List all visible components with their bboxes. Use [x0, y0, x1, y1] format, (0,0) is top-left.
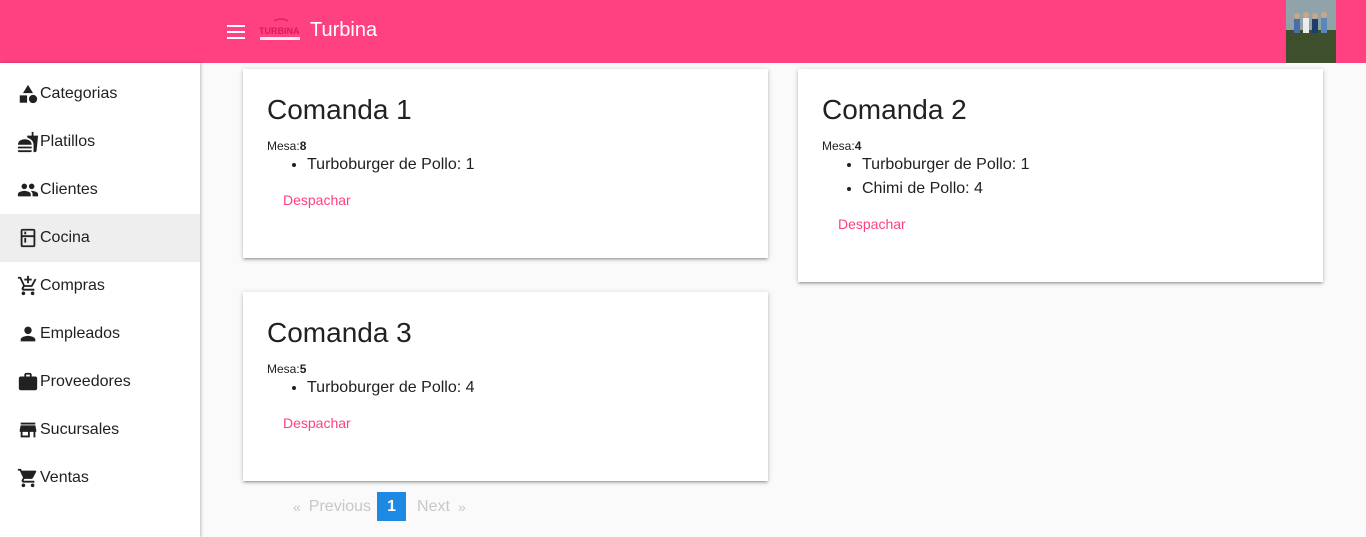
shopping-cart-icon — [17, 467, 39, 489]
sidebar-item-compras[interactable]: Compras — [0, 262, 200, 310]
app-logo: TURBINA — [258, 18, 304, 44]
order-table: Mesa:8 — [267, 139, 307, 153]
sidebar-item-label: Empleados — [40, 325, 121, 342]
order-title: Comanda 3 — [267, 317, 412, 348]
order-items: Turboburger de Pollo: 4 — [267, 376, 744, 400]
sidebar-item-label: Compras — [40, 277, 105, 294]
order-card: Comanda 3 Mesa:5 Turboburger de Pollo: 4… — [243, 292, 768, 481]
person-icon — [17, 323, 39, 345]
sidebar-item-clientes[interactable]: Clientes — [0, 166, 200, 214]
sidebar-item-sucursales[interactable]: Sucursales — [0, 406, 200, 454]
order-item: Turboburger de Pollo: 1 — [307, 153, 744, 177]
people-icon — [17, 179, 39, 201]
add-shopping-cart-icon — [17, 275, 39, 297]
sidebar-item-label: Clientes — [40, 181, 98, 198]
order-items: Turboburger de Pollo: 1 Chimi de Pollo: … — [822, 153, 1299, 201]
sidebar-item-label: Platillos — [40, 133, 96, 150]
category-shapes-icon — [17, 83, 39, 105]
sidebar-item-proveedores[interactable]: Proveedores — [0, 358, 200, 406]
order-item: Turboburger de Pollo: 1 — [862, 153, 1299, 177]
sidebar-item-label: Categorias — [40, 85, 118, 102]
kitchen-icon — [17, 227, 39, 249]
sidebar-item-cocina[interactable]: Cocina — [0, 214, 200, 262]
order-card: Comanda 2 Mesa:4 Turboburger de Pollo: 1… — [798, 69, 1323, 282]
sidebar-item-categorias[interactable]: Categorias — [0, 70, 200, 118]
sidebar-item-label: Ventas — [40, 469, 89, 486]
order-item: Turboburger de Pollo: 4 — [307, 376, 744, 400]
app-toolbar: TURBINA Turbina — [0, 0, 1366, 63]
dispatch-button[interactable]: Despachar — [283, 192, 351, 208]
sidebar-item-ventas[interactable]: Ventas — [0, 454, 200, 502]
order-table-number: 5 — [299, 362, 307, 376]
user-avatar[interactable] — [1286, 0, 1336, 63]
menu-icon[interactable] — [224, 20, 248, 44]
dispatch-button[interactable]: Despachar — [838, 216, 906, 232]
order-title: Comanda 1 — [267, 94, 412, 125]
order-table: Mesa:4 — [822, 139, 862, 153]
food-dishes-icon — [17, 131, 39, 153]
dispatch-button[interactable]: Despachar — [283, 415, 351, 431]
sidebar-item-label: Proveedores — [40, 373, 131, 390]
pagination: « Previous 1 Next » — [288, 492, 474, 521]
work-briefcase-icon — [17, 371, 39, 393]
app-title: Turbina — [310, 19, 378, 41]
order-table: Mesa:5 — [267, 362, 307, 376]
sidebar-item-empleados[interactable]: Empleados — [0, 310, 200, 358]
page-1-button[interactable]: 1 — [377, 492, 407, 521]
order-item: Chimi de Pollo: 4 — [862, 177, 1299, 201]
order-card: Comanda 1 Mesa:8 Turboburger de Pollo: 1… — [243, 69, 768, 258]
order-table-number: 4 — [854, 139, 862, 153]
sidebar-nav: Categorias Platillos Clientes Cocina Com… — [0, 63, 200, 537]
first-page-link[interactable]: « — [293, 499, 301, 515]
next-page-link[interactable]: Next — [417, 498, 450, 516]
order-items: Turboburger de Pollo: 1 — [267, 153, 744, 177]
order-title: Comanda 2 — [822, 94, 967, 125]
previous-page-link[interactable]: Previous — [309, 498, 371, 516]
sidebar-item-platillos[interactable]: Platillos — [0, 118, 200, 166]
store-icon — [17, 419, 39, 441]
sidebar-item-label: Cocina — [40, 229, 90, 246]
last-page-link[interactable]: » — [458, 499, 466, 515]
svg-text:TURBINA: TURBINA — [259, 26, 300, 36]
order-table-number: 8 — [299, 139, 307, 153]
sidebar-item-label: Sucursales — [40, 421, 120, 438]
